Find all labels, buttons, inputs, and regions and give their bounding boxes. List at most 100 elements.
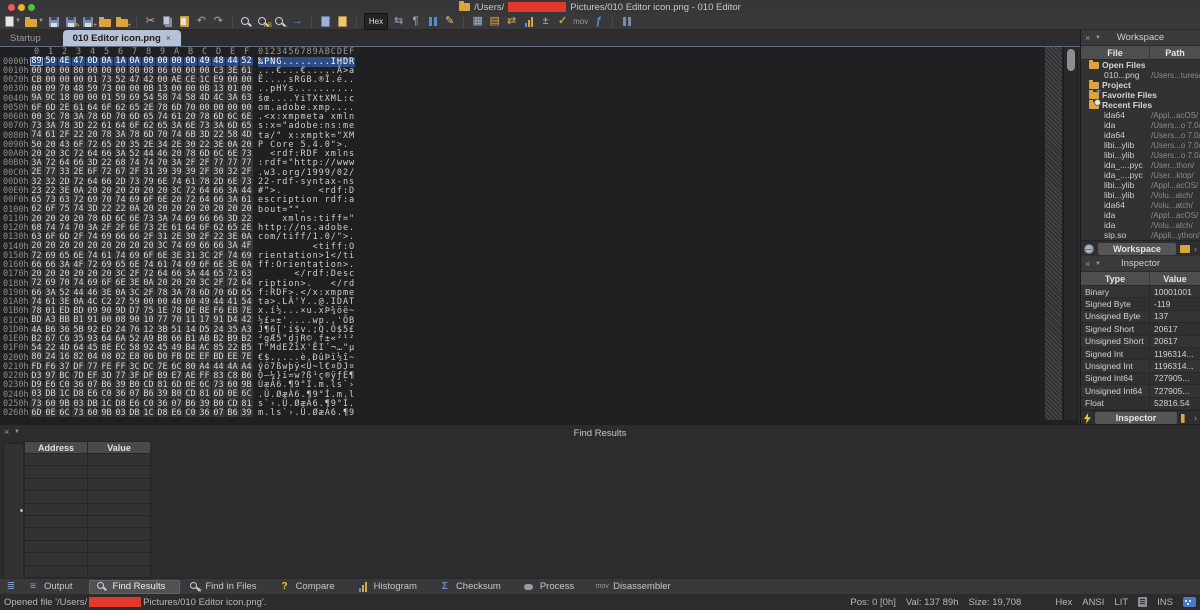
hex-byte[interactable]: 22 [212, 233, 225, 241]
hex-byte[interactable]: C0 [100, 390, 113, 398]
hex-byte[interactable]: 00 [58, 67, 71, 75]
hex-byte[interactable]: 64 [86, 178, 99, 186]
hex-byte[interactable]: 63 [240, 94, 253, 102]
hex-byte[interactable]: 69 [44, 252, 57, 260]
hex-byte[interactable]: 3A [114, 131, 127, 139]
address-column-header[interactable]: Address [24, 441, 88, 454]
hex-byte[interactable]: E6 [44, 381, 57, 389]
hex-byte[interactable]: 73 [128, 178, 141, 186]
hex-byte[interactable]: 3D [226, 215, 239, 223]
value-column-header[interactable]: Value [88, 441, 151, 454]
hex-byte[interactable]: 44 [212, 363, 225, 371]
panel-list-icon[interactable]: ≣ [3, 580, 19, 594]
hex-byte[interactable]: 02 [114, 353, 127, 361]
find-results-row[interactable] [24, 528, 151, 540]
hex-byte[interactable]: 73 [240, 178, 253, 186]
chevron-right-icon[interactable]: › [1194, 413, 1197, 423]
hex-byte[interactable]: 59 [128, 298, 141, 306]
find-results-row[interactable] [24, 479, 151, 491]
hex-byte[interactable]: 2D [58, 178, 71, 186]
hex-byte[interactable]: 18 [58, 94, 71, 102]
hex-byte[interactable]: 58 [184, 94, 197, 102]
hex-row[interactable]: 0140h2020202020202020203C746966663A4F <t… [0, 242, 1078, 251]
hex-byte[interactable]: D5 [198, 326, 211, 334]
hex-byte[interactable]: 00 [44, 76, 57, 84]
hex-byte[interactable]: 72 [184, 187, 197, 195]
hex-byte[interactable]: 77 [226, 159, 239, 167]
hex-byte[interactable]: 69 [86, 196, 99, 204]
hex-byte[interactable]: 07 [86, 381, 99, 389]
hex-byte[interactable]: 70 [156, 159, 169, 167]
hex-byte[interactable]: 74 [30, 298, 43, 306]
hex-byte[interactable]: 00 [30, 67, 43, 75]
hex-byte[interactable]: 69 [128, 252, 141, 260]
hex-byte[interactable]: C0 [184, 409, 197, 417]
hex-row[interactable]: 0200h80241682040802E806D0FBDEEFBDEE7E€$.… [0, 353, 1078, 362]
hex-byte[interactable]: 66 [198, 215, 211, 223]
hex-byte[interactable]: 00 [170, 67, 183, 75]
hex-byte[interactable]: 74 [72, 205, 85, 213]
hex-byte[interactable]: 77 [240, 159, 253, 167]
hex-byte[interactable]: 36 [198, 409, 211, 417]
hex-byte[interactable]: 2E [72, 168, 85, 176]
hex-byte[interactable]: 6F [128, 122, 141, 130]
hex-byte[interactable]: 06 [156, 67, 169, 75]
hex-byte[interactable]: 72 [184, 196, 197, 204]
tree-file-item[interactable]: ida/Volu...atch/ [1081, 220, 1200, 230]
hex-byte[interactable]: 0D [86, 57, 99, 65]
hex-byte[interactable]: 75 [142, 307, 155, 315]
hex-byte[interactable]: 70 [212, 289, 225, 297]
hex-byte[interactable]: 20 [44, 150, 57, 158]
value-column-header[interactable]: Value [1150, 272, 1200, 285]
hex-byte[interactable]: 46 [156, 150, 169, 158]
hex-byte[interactable]: 20 [142, 242, 155, 250]
hex-byte[interactable]: 24 [44, 353, 57, 361]
hex-byte[interactable]: 20 [114, 141, 127, 149]
redo-icon[interactable]: ↷ [212, 15, 225, 28]
hex-byte[interactable]: 51 [170, 326, 183, 334]
hex-byte[interactable]: 92 [86, 326, 99, 334]
hex-byte[interactable]: 6F [142, 252, 155, 260]
hex-byte[interactable]: 66 [198, 242, 211, 250]
hex-byte[interactable]: 61 [100, 252, 113, 260]
hex-byte[interactable]: 6E [184, 122, 197, 130]
hex-byte[interactable]: 90 [100, 307, 113, 315]
hex-byte[interactable]: 78 [58, 122, 71, 130]
hex-byte[interactable]: 78 [86, 113, 99, 121]
hex-byte[interactable]: B6 [44, 326, 57, 334]
hex-byte[interactable]: EF [198, 353, 211, 361]
hex-byte[interactable]: 2F [240, 168, 253, 176]
hex-byte[interactable]: 3E [212, 141, 225, 149]
hex-byte[interactable]: 4D [240, 131, 253, 139]
hex-byte[interactable]: 6F [100, 104, 113, 112]
hex-byte[interactable]: 00 [72, 76, 85, 84]
hex-byte[interactable]: B6 [184, 400, 197, 408]
tree-group-recent-files[interactable]: Recent Files [1081, 100, 1200, 110]
hex-byte[interactable]: 6D [198, 289, 211, 297]
hex-byte[interactable]: 44 [142, 150, 155, 158]
tab-current-file[interactable]: 010 Editor icon.png × [63, 30, 181, 46]
hex-byte[interactable]: 77 [212, 159, 225, 167]
hex-byte[interactable]: 44 [226, 57, 239, 65]
hex-byte[interactable]: 78 [128, 131, 141, 139]
hex-byte[interactable]: 74 [72, 279, 85, 287]
hex-byte[interactable]: 66 [72, 159, 85, 167]
workspace-tab[interactable]: Workspace [1098, 243, 1176, 255]
hex-byte[interactable]: B8 [156, 335, 169, 343]
hex-byte[interactable]: 65 [156, 122, 169, 130]
hex-byte[interactable]: 80 [72, 67, 85, 75]
find-results-row[interactable] [24, 504, 151, 516]
hex-byte[interactable]: 61 [156, 261, 169, 269]
hex-byte[interactable]: 00 [72, 94, 85, 102]
hex-byte[interactable]: 00 [240, 76, 253, 84]
hex-byte[interactable]: 07 [212, 409, 225, 417]
hex-byte[interactable]: 10 [142, 316, 155, 324]
hex-byte[interactable]: 06 [142, 353, 155, 361]
hex-byte[interactable]: 64 [86, 104, 99, 112]
hex-byte[interactable]: 2F [142, 233, 155, 241]
hex-byte[interactable]: 67 [44, 335, 57, 343]
hex-row[interactable]: 0260h6D0E6C73609B03DB1CD8E6C03607B639m.l… [0, 409, 1078, 418]
hex-byte[interactable]: 39 [198, 400, 211, 408]
hex-byte[interactable]: 61 [240, 67, 253, 75]
hex-byte[interactable]: 73 [198, 122, 211, 130]
